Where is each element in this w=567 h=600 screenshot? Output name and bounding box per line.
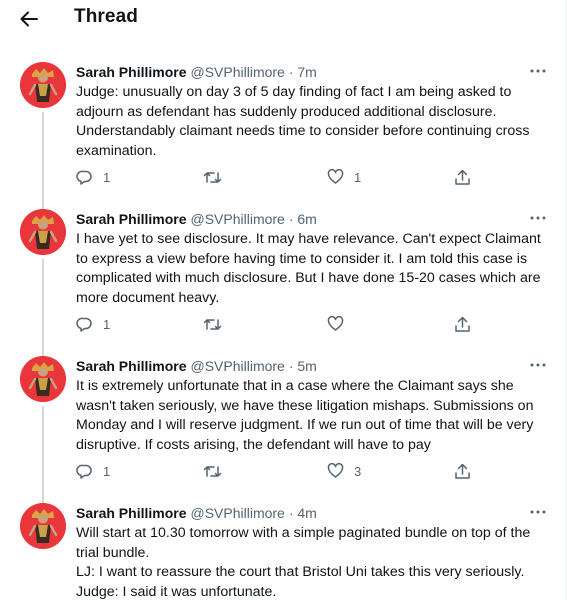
share-button[interactable]: [454, 313, 471, 335]
tweet[interactable]: Sarah Phillimore @SVPhillimore · 6m I ha…: [0, 208, 566, 355]
retweet-button[interactable]: [203, 460, 232, 482]
avatar-figure-icon: [20, 503, 66, 549]
thread-header: Thread: [0, 0, 566, 40]
avatar-figure-icon: [20, 62, 66, 108]
tweet-text-line: wasn't taken seriously, we have these li…: [76, 397, 534, 414]
like-icon: [327, 316, 344, 331]
like-count: 1: [354, 169, 362, 185]
tweet-text-line: trial bundle.: [76, 544, 150, 561]
reply-button[interactable]: 1: [76, 166, 110, 188]
tweet[interactable]: Sarah Phillimore @SVPhillimore · 4m Will…: [0, 502, 566, 600]
thread-connector: [42, 112, 44, 208]
retweet-icon: [203, 171, 222, 183]
reply-icon: [76, 464, 92, 479]
thread-connector: [42, 406, 44, 502]
author-name[interactable]: Sarah Phillimore: [76, 64, 186, 80]
tweet-header: Sarah Phillimore @SVPhillimore · 5m: [76, 356, 317, 376]
tweet-time[interactable]: · 7m: [289, 64, 317, 80]
back-arrow-icon: [20, 11, 38, 27]
back-button[interactable]: [14, 6, 44, 32]
tweet-actions: 1 3: [76, 460, 476, 482]
more-button[interactable]: [527, 504, 549, 520]
avatar[interactable]: [20, 209, 66, 255]
tweet-text-line: It is extremely unfortunate that in a ca…: [76, 378, 514, 394]
retweet-icon: [203, 318, 222, 330]
like-button[interactable]: [327, 313, 354, 335]
author-name[interactable]: Sarah Phillimore: [76, 505, 186, 521]
tweet-time[interactable]: · 6m: [289, 211, 317, 227]
avatar-figure-icon: [20, 209, 66, 255]
tweet-text-line: I have yet to see disclosure. It may hav…: [76, 231, 541, 247]
author-name[interactable]: Sarah Phillimore: [76, 358, 186, 374]
more-icon: [530, 216, 546, 220]
avatar[interactable]: [20, 503, 66, 549]
tweet-time[interactable]: · 5m: [289, 358, 317, 374]
tweet-text-line: Monday and I will reserve judgment. If w…: [76, 417, 534, 433]
share-icon: [455, 463, 470, 479]
tweet-text-line: complicated with much disclosure. But I …: [76, 270, 541, 286]
like-icon: [327, 463, 344, 478]
tweet[interactable]: Sarah Phillimore @SVPhillimore · 7m Judg…: [0, 62, 566, 208]
more-icon: [530, 363, 546, 367]
like-button[interactable]: 1: [327, 166, 361, 188]
more-button[interactable]: [527, 357, 549, 373]
avatar[interactable]: [20, 356, 66, 402]
retweet-button[interactable]: [203, 313, 232, 335]
more-button[interactable]: [527, 210, 549, 226]
tweet-text: Judge: unusually on day 3 of 5 day findi…: [76, 83, 552, 161]
reply-button[interactable]: 1: [76, 313, 110, 335]
reply-count: 1: [103, 463, 111, 479]
like-count: 3: [354, 463, 362, 479]
more-icon: [530, 510, 546, 514]
tweet-text: Will start at 10.30 tomorrow with a simp…: [76, 524, 552, 600]
thread-page: Thread Sarah Phillimore @SVPhillimore · …: [0, 0, 567, 600]
tweet-text-line: Will start at 10.30 tomorrow with a simp…: [76, 525, 531, 541]
tweet-text-line: more document heavy.: [76, 289, 220, 306]
share-icon: [455, 169, 470, 185]
tweet-text-line: disruptive. If costs arising, the defend…: [76, 436, 431, 453]
retweet-icon: [203, 465, 222, 477]
reply-icon: [76, 170, 92, 185]
more-button[interactable]: [527, 63, 549, 79]
tweet-header: Sarah Phillimore @SVPhillimore · 7m: [76, 62, 317, 82]
author-handle[interactable]: @SVPhillimore: [190, 358, 284, 374]
tweet-text-line: adjourn as defendant has suddenly produc…: [76, 103, 497, 120]
like-icon: [327, 169, 344, 184]
tweet-actions: 1 1: [76, 166, 476, 188]
tweet-text-line: LJ: I want to reassure the court that Br…: [76, 564, 525, 580]
share-icon: [455, 316, 470, 332]
page-title: Thread: [74, 6, 138, 27]
thread-connector: [42, 259, 44, 355]
avatar-figure-icon: [20, 356, 66, 402]
tweet-text-line: Understandably claimant needs time to co…: [76, 123, 530, 139]
tweet-header: Sarah Phillimore @SVPhillimore · 4m: [76, 503, 317, 523]
tweet-text-line: to express a view before having time to …: [76, 250, 528, 267]
reply-button[interactable]: 1: [76, 460, 110, 482]
author-handle[interactable]: @SVPhillimore: [190, 64, 284, 80]
reply-count: 1: [103, 316, 111, 332]
share-button[interactable]: [454, 166, 471, 188]
author-handle[interactable]: @SVPhillimore: [190, 211, 284, 227]
author-handle[interactable]: @SVPhillimore: [190, 505, 284, 521]
like-button[interactable]: 3: [327, 460, 361, 482]
tweet-text: I have yet to see disclosure. It may hav…: [76, 230, 552, 308]
reply-count: 1: [103, 169, 111, 185]
tweet-header: Sarah Phillimore @SVPhillimore · 6m: [76, 209, 317, 229]
tweet-text: It is extremely unfortunate that in a ca…: [76, 377, 552, 455]
tweet[interactable]: Sarah Phillimore @SVPhillimore · 5m It i…: [0, 355, 566, 502]
retweet-button[interactable]: [203, 166, 232, 188]
tweet-text-line: examination.: [76, 142, 157, 159]
tweet-text-line: Judge: unusually on day 3 of 5 day findi…: [76, 84, 512, 100]
share-button[interactable]: [454, 460, 471, 482]
tweet-actions: 1: [76, 313, 476, 335]
more-icon: [530, 69, 546, 73]
author-name[interactable]: Sarah Phillimore: [76, 211, 186, 227]
avatar[interactable]: [20, 62, 66, 108]
tweet-time[interactable]: · 4m: [289, 505, 317, 521]
reply-icon: [76, 317, 92, 332]
tweet-text-line: Judge: I said it was unfortunate.: [76, 583, 277, 600]
